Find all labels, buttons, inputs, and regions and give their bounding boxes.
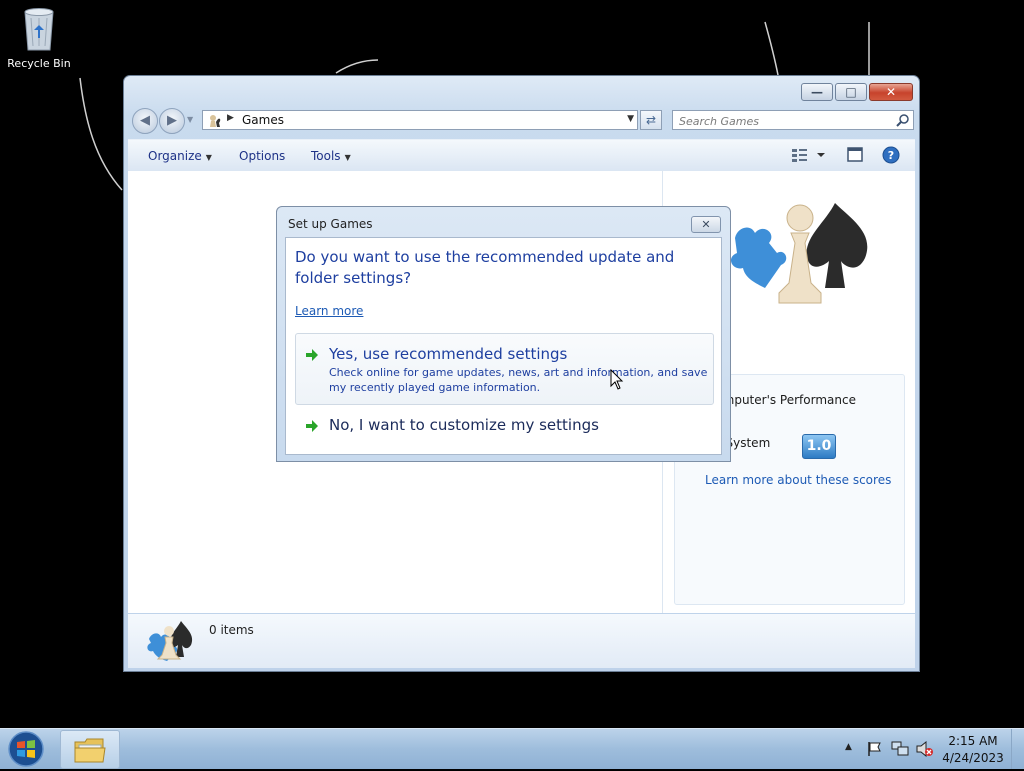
details-pane: 0 items [128,614,915,668]
flag-icon[interactable] [866,741,882,757]
taskbar-explorer-button[interactable] [60,730,120,769]
tools-menu[interactable]: Tools ▼ [311,149,351,163]
show-hidden-icons-button[interactable]: ▲ [845,742,852,752]
refresh-icon: ⇄ [645,113,657,127]
options-button[interactable]: Options [239,149,285,163]
dialog-question: Do you want to use the recommended updat… [295,248,675,287]
change-view-button[interactable] [791,146,831,167]
setup-games-dialog: Set up Games ✕ Do you want to use the re… [276,206,731,462]
search-icon[interactable] [896,113,910,127]
dialog-title: Set up Games [288,217,373,231]
green-arrow-icon [306,420,318,432]
forward-button[interactable]: ▶ [159,108,185,134]
clock-date: 4/24/2023 [942,751,1004,765]
dialog-close-button[interactable]: ✕ [691,216,721,233]
customize-settings-option[interactable]: No, I want to customize my settings [295,410,714,442]
close-button[interactable]: ✕ [869,83,913,101]
option-no-heading: No, I want to customize my settings [329,416,599,434]
search-box[interactable] [672,110,914,130]
breadcrumb-games[interactable]: Games [242,113,284,127]
learn-more-scores-link[interactable]: Learn more about these scores [705,473,891,487]
back-button[interactable]: ◀ [132,108,158,134]
search-input[interactable] [677,112,891,130]
show-desktop-button[interactable] [1011,729,1024,769]
help-button[interactable]: ? [882,146,900,167]
cursor-icon [610,369,624,390]
performance-score-badge: 1.0 [802,434,836,459]
start-orb-icon [8,731,44,767]
network-icon[interactable] [891,741,909,757]
recycle-bin-icon [24,8,54,51]
taskbar: ▲ 2:15 AM 4/24/2023 [0,728,1024,769]
clock-time: 2:15 AM [948,734,998,748]
address-bar[interactable]: ▶ Games ▼ [202,110,638,130]
caption-buttons: — □ ✕ [799,83,913,101]
organize-label: Organize [148,149,202,163]
games-icon [210,115,221,127]
options-label: Options [239,149,286,163]
recycle-bin[interactable]: Recycle Bin [6,6,72,70]
chevron-down-icon: ▼ [344,153,351,162]
address-dropdown-icon[interactable]: ▼ [627,114,634,124]
item-count: 0 items [209,623,254,637]
recent-pages-dropdown[interactable]: ▼ [187,115,193,124]
option-yes-heading: Yes, use recommended settings [329,345,568,363]
option-yes-description: Check online for game updates, news, art… [329,366,708,394]
learn-more-link[interactable]: Learn more [295,304,363,318]
tools-label: Tools [311,149,341,163]
games-details-icon [147,621,193,661]
minimize-icon: — [811,85,823,99]
maximize-button[interactable]: □ [835,83,867,101]
refresh-button[interactable]: ⇄ [640,110,662,130]
chevron-down-icon: ▼ [205,153,212,162]
volume-muted-icon[interactable] [916,741,934,757]
games-logo-icon [730,203,868,304]
recycle-bin-label: Recycle Bin [7,57,71,70]
command-bar: Organize ▼ Options Tools ▼ ? [128,139,915,172]
close-icon: ✕ [885,85,897,99]
forward-icon: ▶ [167,113,177,128]
minimize-button[interactable]: — [801,83,833,101]
dialog-body: Do you want to use the recommended updat… [285,237,722,455]
taskbar-clock[interactable]: 2:15 AM 4/24/2023 [942,733,1004,767]
back-icon: ◀ [140,113,150,128]
navigation-bar: ◀ ▶ ▼ ▶ Games ▼ ⇄ [132,107,914,134]
maximize-icon: □ [845,85,857,99]
breadcrumb-arrow-icon[interactable]: ▶ [227,113,234,123]
use-recommended-settings-option[interactable]: Yes, use recommended settings Check onli… [295,333,714,405]
view-icon [792,149,825,162]
green-arrow-icon [306,349,318,361]
start-button[interactable] [6,730,46,771]
close-icon: ✕ [701,218,711,231]
explorer-icon [74,738,106,763]
preview-pane-icon [847,147,863,162]
help-icon: ? [882,146,900,164]
preview-pane-button[interactable] [846,146,864,167]
organize-menu[interactable]: Organize ▼ [148,149,212,163]
svg-text:?: ? [888,149,894,162]
